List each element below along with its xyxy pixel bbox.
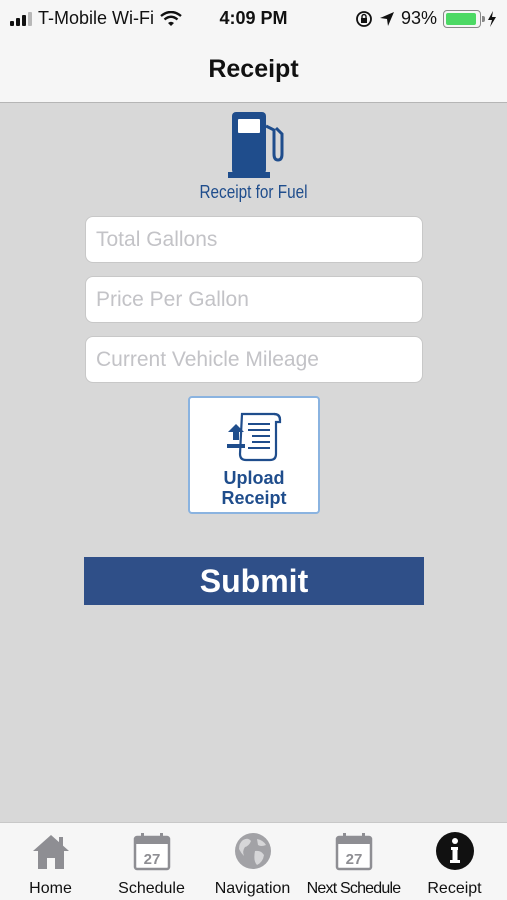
price-per-gallon-input[interactable] [85,276,423,323]
tab-schedule-label: Schedule [118,880,185,897]
calendar-icon: 27 [133,833,171,871]
battery-fill [446,12,476,25]
tab-home-label: Home [29,880,72,897]
orientation-lock-icon [356,10,372,27]
tab-schedule[interactable]: 27 Schedule [101,823,202,900]
battery-percent: 93% [400,8,437,28]
fuel-receipt-caption: Receipt for Fuel [199,182,308,202]
charging-bolt-icon [488,10,496,27]
upload-receipt-button[interactable]: Upload Receipt [188,396,320,514]
upload-label-line1: Upload [223,468,285,488]
page-title: Receipt [208,54,299,83]
tab-home[interactable]: Home [0,823,101,900]
navigation-bar: Receipt [0,36,507,103]
status-bar: T-Mobile Wi-Fi 4:09 PM 93% [0,0,507,36]
tab-navigation-label: Navigation [214,880,291,897]
upload-document-icon [227,412,282,462]
tab-next-schedule[interactable]: 27 Next Schedule [303,823,404,900]
status-right: 93% [355,8,497,29]
info-icon [436,832,474,870]
fuel-pump-icon [228,112,284,178]
tab-receipt-label: Receipt [427,880,482,897]
globe-icon [235,833,271,869]
submit-button[interactable]: Submit [84,557,424,605]
home-icon [33,835,69,869]
upload-receipt-label: Upload Receipt [190,468,318,508]
battery-icon [443,9,485,28]
tab-bar: Home 27 Schedule Navigation 27 Next Sche… [0,822,507,900]
tab-navigation[interactable]: Navigation [202,823,303,900]
tab-next-schedule-label: Next Schedule [306,880,401,897]
calendar-icon: 27 [335,833,373,871]
upload-label-line2: Receipt [221,488,287,508]
total-gallons-input[interactable] [85,216,423,263]
location-arrow-icon [379,11,394,26]
calendar-day: 27 [144,851,161,868]
calendar-day: 27 [346,851,363,868]
tab-receipt[interactable]: Receipt [404,823,505,900]
vehicle-mileage-input[interactable] [85,336,423,383]
